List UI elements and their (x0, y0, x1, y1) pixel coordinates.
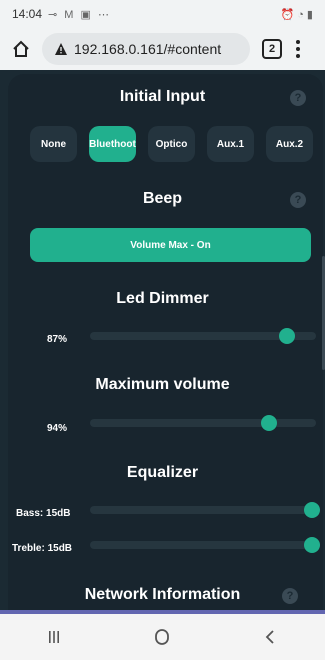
back-icon[interactable] (251, 622, 291, 652)
app-content: Initial Input ? None Bluethoot Optico Au… (0, 70, 325, 610)
equalizer-title: Equalizer (126, 464, 199, 481)
input-option-optical[interactable]: Optico (148, 126, 195, 162)
network-info-title: Network Information (84, 586, 241, 603)
beep-title: Beep (142, 190, 183, 207)
home-nav-icon[interactable] (142, 622, 182, 652)
status-bar: 14:04 ⊸ M ▣ ⋯ ⏰ ◔ ▮ (0, 0, 325, 28)
treble-slider[interactable] (90, 541, 312, 549)
bass-label: Bass: 15dB (16, 508, 71, 519)
initial-input-title: Initial Input (119, 88, 206, 105)
input-option-aux1[interactable]: Aux.1 (207, 126, 254, 162)
input-option-aux2[interactable]: Aux.2 (266, 126, 313, 162)
home-icon[interactable] (10, 38, 32, 60)
system-icons: ⏰ ◔ ▮ (280, 8, 313, 21)
led-dimmer-value: 87% (47, 334, 68, 345)
recents-icon[interactable] (34, 622, 74, 652)
help-icon[interactable]: ? (290, 90, 306, 106)
warning-icon (54, 42, 68, 56)
bass-thumb[interactable] (304, 502, 320, 518)
address-bar[interactable]: 192.168.0.161/#content (42, 33, 250, 65)
led-dimmer-thumb[interactable] (278, 328, 295, 344)
led-dimmer-title: Led Dimmer (116, 290, 209, 307)
max-volume-title: Maximum volume (95, 376, 230, 393)
beep-toggle-button[interactable]: Volume Max - On (30, 228, 311, 262)
tabs-icon[interactable]: 2 (262, 39, 282, 59)
treble-thumb[interactable] (304, 537, 320, 553)
help-icon[interactable]: ? (290, 192, 306, 208)
menu-icon[interactable] (296, 40, 300, 58)
status-time: 14:04 (12, 7, 43, 21)
help-icon[interactable]: ? (282, 588, 298, 604)
max-volume-value: 94% (47, 423, 68, 434)
browser-toolbar: 192.168.0.161/#content 2 (0, 28, 325, 70)
treble-label: Treble: 15dB (12, 543, 73, 554)
input-option-bluetooth[interactable]: Bluethoot (89, 126, 136, 162)
url-text: 192.168.0.161/#content (74, 41, 222, 57)
notification-icons: ⊸ M ▣ ⋯ (48, 8, 111, 21)
max-volume-slider[interactable] (90, 419, 316, 427)
max-volume-thumb[interactable] (260, 415, 277, 431)
input-option-none[interactable]: None (30, 126, 77, 162)
bass-slider[interactable] (90, 506, 312, 514)
system-navbar (0, 614, 325, 660)
